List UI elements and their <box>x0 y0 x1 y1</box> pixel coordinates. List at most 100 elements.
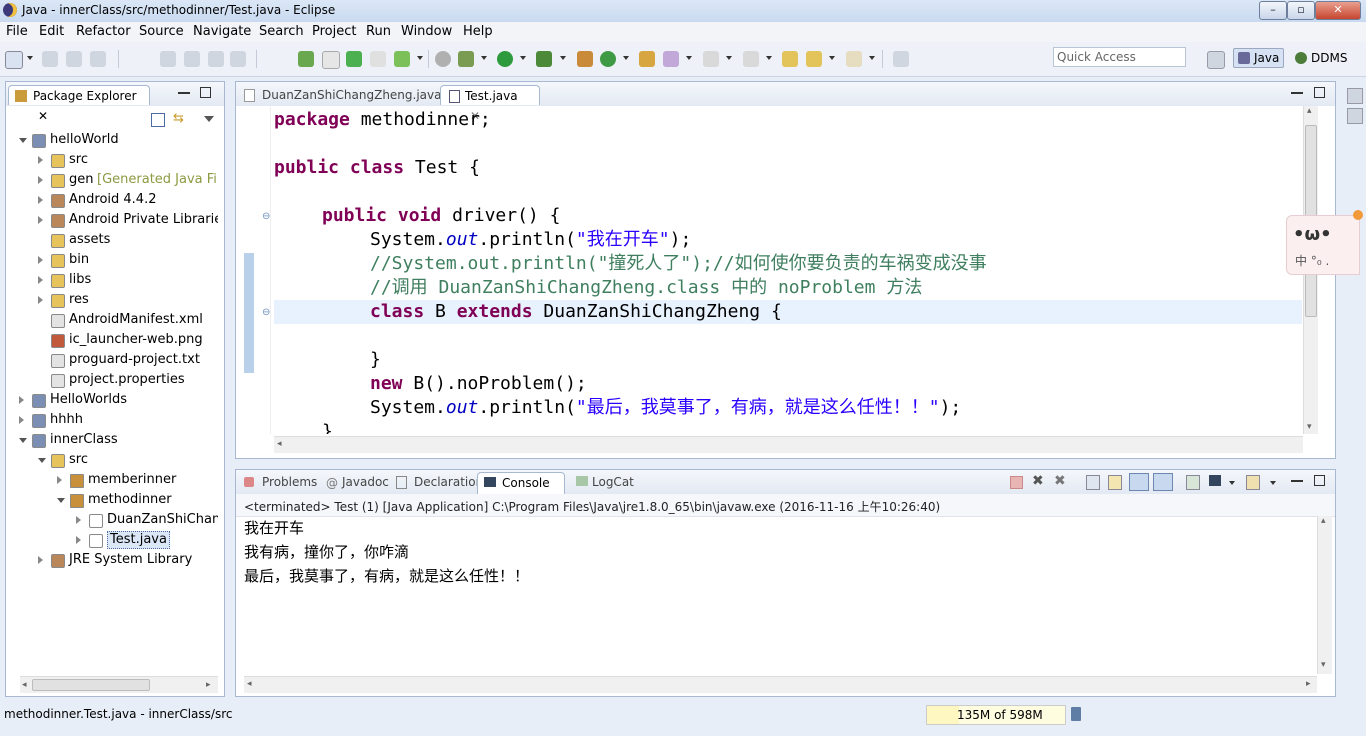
collapsed-arrow-icon[interactable] <box>57 476 62 484</box>
run-dropdown-icon[interactable] <box>520 56 526 60</box>
code-line-new-b[interactable]: new B().noProblem(); <box>370 372 587 396</box>
save-all-icon[interactable] <box>66 51 82 67</box>
forward-icon[interactable] <box>846 51 862 67</box>
code-line-println-2[interactable]: System.out.println("最后，我莫事了，有病，就是这么任性！！"… <box>370 396 961 420</box>
remove-all-launches-icon[interactable]: ✖ <box>1054 473 1066 489</box>
expanded-arrow-icon[interactable] <box>38 458 46 463</box>
tree-scroll-thumb[interactable] <box>32 679 150 691</box>
tree-item[interactable]: assets <box>6 230 218 250</box>
collapsed-arrow-icon[interactable] <box>38 256 43 264</box>
block-select-icon[interactable] <box>208 51 224 67</box>
coverage-icon[interactable] <box>536 51 552 67</box>
editor-horizontal-scrollbar[interactable]: ◂ <box>274 436 1303 453</box>
minimize-button[interactable]: – <box>1259 1 1287 20</box>
fold-toggle-icon[interactable]: ⊖ <box>262 211 270 222</box>
print-icon[interactable] <box>90 51 106 67</box>
tree-item[interactable]: Android 4.4.2 <box>6 190 218 210</box>
run-gc-trash-icon[interactable] <box>1071 707 1081 721</box>
tree-item[interactable]: DuanZanShiChang <box>6 510 218 530</box>
collapsed-arrow-icon[interactable] <box>38 176 43 184</box>
menu-refactor[interactable]: Refactor <box>76 24 131 39</box>
toggle-mark-icon[interactable] <box>160 51 176 67</box>
collapsed-arrow-icon[interactable] <box>38 216 43 224</box>
outline-view-icon[interactable] <box>1347 88 1363 104</box>
minimize-view-icon[interactable] <box>1291 92 1303 94</box>
display-selected-console-icon[interactable] <box>1209 475 1221 486</box>
next-annotation-dropdown-icon[interactable] <box>726 56 732 60</box>
tab-console[interactable]: Console ✕ <box>477 472 565 510</box>
expanded-arrow-icon[interactable] <box>19 438 27 443</box>
last-edit-icon[interactable] <box>782 51 798 67</box>
code-line-println-1[interactable]: System.out.println("我在开车"); <box>370 228 691 252</box>
android-lint-icon[interactable] <box>346 51 362 67</box>
code-line-comment-1[interactable]: //System.out.println("撞死人了");//如何使你要负责的车… <box>370 252 987 276</box>
code-line-class-decl[interactable]: public class Test { <box>274 156 480 180</box>
collapsed-arrow-icon[interactable] <box>38 196 43 204</box>
scroll-down-icon[interactable]: ▾ <box>1307 422 1312 432</box>
prev-annotation-icon[interactable] <box>743 51 759 67</box>
lint-dropdown-icon[interactable] <box>417 56 423 60</box>
minimize-view-icon[interactable] <box>1291 480 1303 482</box>
collapsed-arrow-icon[interactable] <box>76 516 81 524</box>
heap-status[interactable]: 135M of 598M <box>926 705 1066 725</box>
maximize-view-icon[interactable] <box>1314 475 1325 486</box>
new-class-dropdown-icon[interactable] <box>623 56 629 60</box>
tree-item[interactable]: libs <box>6 270 218 290</box>
display-console-dropdown-icon[interactable] <box>1229 481 1235 485</box>
menu-navigate[interactable]: Navigate <box>193 24 251 39</box>
show-console-on-stdout-icon[interactable] <box>1129 473 1149 491</box>
next-annotation-icon[interactable] <box>703 51 719 67</box>
menu-window[interactable]: Window <box>401 24 452 39</box>
tree-item[interactable]: gen [Generated Java File <box>6 170 218 190</box>
open-perspective-icon[interactable] <box>1207 51 1225 69</box>
fold-toggle-icon[interactable]: ⊖ <box>262 307 270 318</box>
lint-check-icon[interactable] <box>394 51 410 67</box>
tab-declaration[interactable]: Declaration <box>390 472 483 492</box>
tab-logcat[interactable]: LogCat <box>568 472 640 492</box>
search-dropdown-icon[interactable] <box>686 56 692 60</box>
tree-item[interactable]: bin <box>6 250 218 270</box>
save-icon[interactable] <box>42 51 58 67</box>
scroll-right-icon[interactable]: ▸ <box>1306 679 1311 689</box>
tab-javadoc[interactable]: @ Javadoc <box>318 472 390 492</box>
code-line-inner-class[interactable]: class B extends DuanZanShiChangZheng { <box>370 300 782 324</box>
run-lint-icon[interactable] <box>370 51 386 67</box>
tab-problems[interactable]: Problems <box>238 472 318 492</box>
scroll-left-icon[interactable]: ◂ <box>247 679 252 689</box>
scroll-right-icon[interactable]: ▸ <box>206 680 211 690</box>
scroll-left-icon[interactable]: ◂ <box>277 439 282 449</box>
minimize-view-icon[interactable] <box>178 92 190 94</box>
menu-file[interactable]: File <box>6 24 28 39</box>
tree-item[interactable]: res <box>6 290 218 310</box>
expanded-arrow-icon[interactable] <box>57 498 65 503</box>
menu-source[interactable]: Source <box>139 24 184 39</box>
tree-item[interactable]: ic_launcher-web.png <box>6 330 218 350</box>
tree-item[interactable]: Test.java <box>6 530 218 550</box>
collapsed-arrow-icon[interactable] <box>76 536 81 544</box>
coverage-dropdown-icon[interactable] <box>560 56 566 60</box>
pin-console-icon[interactable] <box>1186 475 1200 490</box>
menu-edit[interactable]: Edit <box>39 24 64 39</box>
tree-item[interactable]: project.properties <box>6 370 218 390</box>
open-console-icon[interactable] <box>1246 475 1260 490</box>
collapsed-arrow-icon[interactable] <box>38 156 43 164</box>
perspective-java[interactable]: Java <box>1233 48 1285 68</box>
collapsed-arrow-icon[interactable] <box>38 296 43 304</box>
tree-item[interactable]: src <box>6 450 218 470</box>
code-line-comment-2[interactable]: //调用 DuanZanShiChangZheng.class 中的 noPro… <box>370 276 922 300</box>
maximize-view-icon[interactable] <box>200 87 211 98</box>
scroll-lock-icon[interactable] <box>1108 475 1122 490</box>
input-method-widget[interactable]: •ω• 中 °₀ . <box>1286 210 1363 275</box>
tree-item[interactable]: hhhh <box>6 410 218 430</box>
tree-item[interactable]: innerClass <box>6 430 218 450</box>
back-icon[interactable] <box>806 51 822 67</box>
close-button[interactable]: ✕ <box>1315 1 1361 20</box>
tree-item[interactable]: JRE System Library [OSG <box>6 550 218 570</box>
open-console-dropdown-icon[interactable] <box>1270 481 1276 485</box>
expanded-arrow-icon[interactable] <box>19 138 27 143</box>
scroll-left-icon[interactable]: ◂ <box>22 680 27 690</box>
tree-item[interactable]: methodinner <box>6 490 218 510</box>
code-line-method-decl[interactable]: public void driver() { <box>322 204 560 228</box>
run-icon[interactable] <box>497 51 513 67</box>
forward-dropdown-icon[interactable] <box>869 56 875 60</box>
